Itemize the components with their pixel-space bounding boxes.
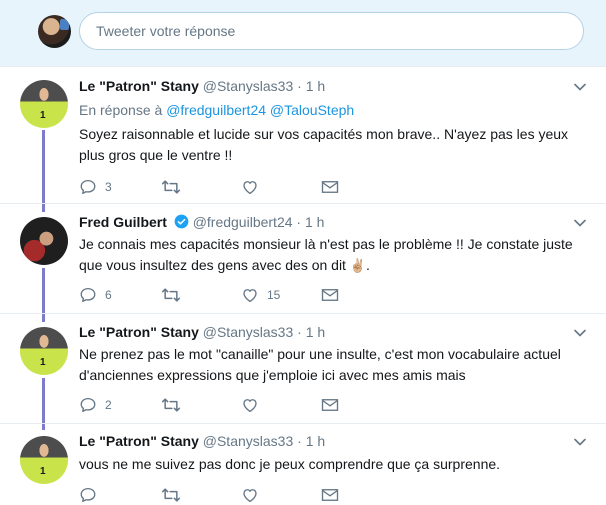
mention-link[interactable]: @TalouSteph [270,102,354,118]
chevron-down-icon[interactable] [574,436,586,448]
retweet-button[interactable] [161,395,189,415]
tweet-text: Soyez raisonnable et lucide sur vos capa… [79,126,569,163]
retweet-button[interactable] [161,177,189,197]
like-icon [243,489,257,503]
mention-link[interactable]: @fredguilbert24 [166,102,266,118]
reply-icon [80,287,96,303]
like-count: 15 [267,288,281,302]
divider [0,423,606,424]
like-button[interactable] [241,177,267,197]
reply-button[interactable] [79,485,105,505]
divider [0,313,606,314]
separator-dot: · [296,214,302,230]
like-icon [243,181,257,195]
current-user-avatar[interactable] [38,15,71,48]
reply-icon [80,397,96,413]
user-handle[interactable]: @Stanyslas33 [203,324,293,340]
reply-button[interactable]: 6 [79,285,112,305]
tweet-text: vous ne me suivez pas donc je peux compr… [79,456,501,472]
avatar[interactable] [20,217,68,265]
direct-message-icon [321,489,339,501]
timestamp[interactable]: 1 h [306,78,325,94]
reply-compose-bar [0,0,606,66]
direct-message-icon [321,181,339,193]
direct-message-button[interactable] [321,177,339,197]
like-button[interactable] [241,395,267,415]
chevron-down-icon[interactable] [574,327,586,339]
direct-message-icon [321,399,339,411]
retweet-icon [161,488,181,502]
verified-badge-icon [174,214,189,229]
timestamp[interactable]: 1 h [305,214,324,230]
user-handle[interactable]: @Stanyslas33 [203,433,293,449]
timestamp[interactable]: 1 h [306,433,325,449]
avatar[interactable] [20,80,68,128]
avatar[interactable] [20,327,68,375]
tweet-text: Ne prenez pas le mot "canaille" pour une… [79,346,561,383]
tweet-text: Je connais mes capacités monsieur là n'e… [79,236,573,273]
display-name[interactable]: Le "Patron" Stany [79,78,199,94]
retweet-icon [161,288,181,302]
separator-dot: · [297,324,302,340]
reply-icon [80,487,96,503]
retweet-icon [161,180,181,194]
chevron-down-icon[interactable] [574,81,586,93]
tweet-text-block: Je connais mes capacités monsieur là n'e… [79,234,579,276]
divider [0,203,606,204]
reply-count: 2 [105,398,112,412]
retweet-button[interactable] [161,285,189,305]
chevron-down-icon[interactable] [574,217,586,229]
display-name[interactable]: Fred Guilbert [79,214,167,230]
separator-dot: · [297,433,302,449]
user-handle[interactable]: @Stanyslas33 [203,78,293,94]
like-icon [243,399,257,413]
direct-message-button[interactable] [321,285,339,305]
like-button[interactable] [241,485,267,505]
like-button[interactable]: 15 [241,285,280,305]
reply-button[interactable]: 3 [79,177,112,197]
direct-message-button[interactable] [321,395,339,415]
victory-hand-emoji: ✌🏼 [349,258,367,273]
timestamp[interactable]: 1 h [306,324,325,340]
retweet-button[interactable] [161,485,189,505]
thread-line [42,130,45,212]
display-name[interactable]: Le "Patron" Stany [79,324,199,340]
reply-input[interactable] [79,12,584,50]
tweet-text-end: . [366,257,370,273]
divider [0,66,606,67]
reply-count: 3 [105,180,112,194]
reply-icon [80,179,96,195]
reply-count: 6 [105,288,112,302]
replying-to-label: En réponse à [79,102,163,118]
direct-message-button[interactable] [321,485,339,505]
retweet-icon [161,398,181,412]
user-handle[interactable]: @fredguilbert24 [193,214,293,230]
reply-button[interactable]: 2 [79,395,112,415]
separator-dot: · [297,78,302,94]
avatar[interactable] [20,436,68,484]
direct-message-icon [321,289,339,301]
display-name[interactable]: Le "Patron" Stany [79,433,199,449]
like-icon [243,289,257,303]
